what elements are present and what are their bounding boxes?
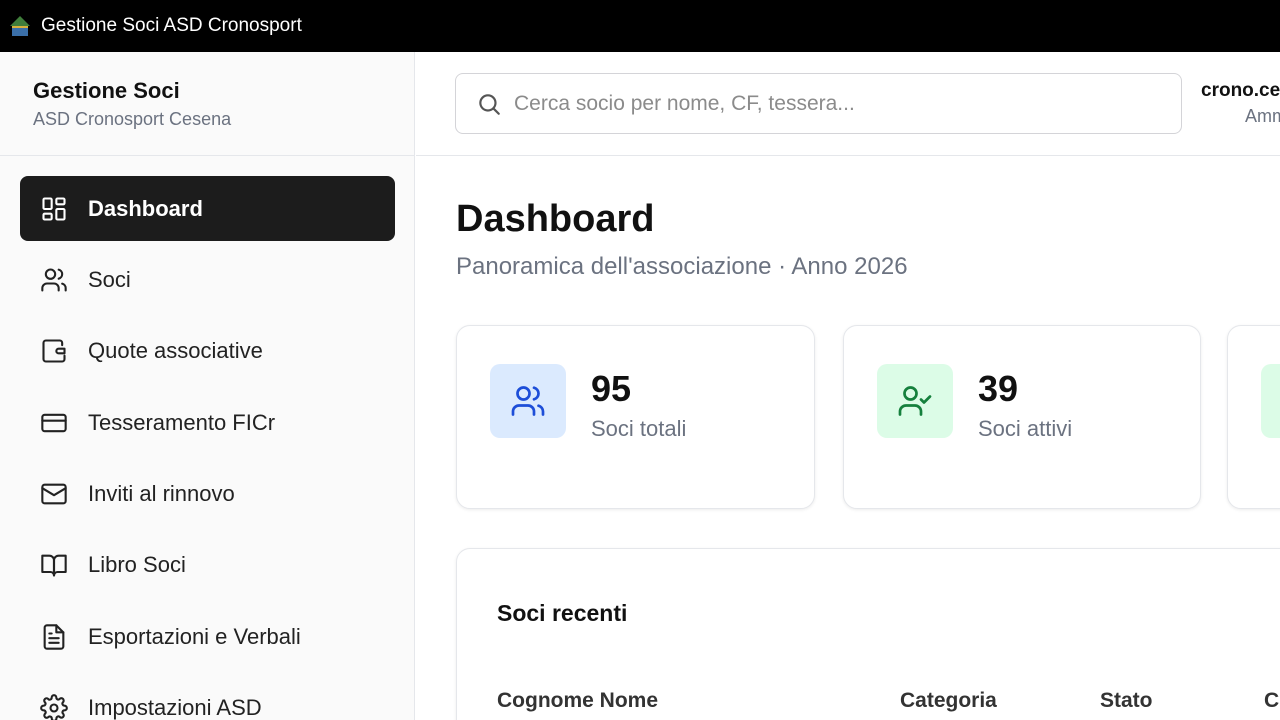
page-subtitle: Panoramica dell'associazione · Anno 2026 <box>456 253 908 280</box>
users-icon <box>511 386 545 416</box>
sidebar-item-label: Dashboard <box>88 195 203 221</box>
sidebar-item-label: Libro Soci <box>88 552 186 578</box>
sidebar-item-dashboard[interactable]: Dashboard <box>20 176 395 241</box>
app-logo-icon <box>8 14 32 38</box>
sidebar-item-label: Tesseramento FICr <box>88 409 276 435</box>
sidebar-item-label: Quote associative <box>88 338 263 364</box>
search-icon <box>479 93 500 115</box>
dashboard-grid-icon <box>40 195 68 223</box>
sidebar-item-label: Inviti al rinnovo <box>88 481 235 507</box>
user-check-icon <box>898 386 932 416</box>
recent-members-panel: Soci recenti Cognome Nome Categoria Stat… <box>456 548 1280 720</box>
window-title: Gestione Soci ASD Cronosport <box>41 15 302 36</box>
stat-icon-wrapper <box>877 364 953 438</box>
file-text-icon <box>40 623 68 651</box>
brand-block: Gestione Soci ASD Cronosport Cesena <box>0 52 414 156</box>
column-header-categoria[interactable]: Categoria <box>900 689 997 713</box>
sidebar: Gestione Soci ASD Cronosport Cesena Dash… <box>0 52 415 720</box>
user-name: crono.ces <box>1201 80 1280 101</box>
stat-label: Soci attivi <box>978 416 1073 441</box>
stat-label: Soci totali <box>591 416 687 441</box>
stat-card-partial <box>1227 325 1280 509</box>
credit-card-icon <box>40 409 68 437</box>
user-menu[interactable]: crono.ces Amm <box>1201 80 1280 127</box>
search-input[interactable] <box>514 91 1154 116</box>
top-header: crono.ces Amm <box>416 52 1280 156</box>
user-role: Amm <box>1245 106 1280 126</box>
page-title: Dashboard <box>456 198 655 240</box>
recent-members-title: Soci recenti <box>497 600 628 626</box>
mail-icon <box>40 480 68 508</box>
column-header-partial[interactable]: C <box>1264 689 1279 713</box>
book-open-icon <box>40 551 68 579</box>
stat-icon-wrapper <box>1261 364 1280 438</box>
gear-icon <box>40 694 68 720</box>
brand-subtitle: ASD Cronosport Cesena <box>33 109 232 129</box>
sidebar-nav: Dashboard Soci Quote associative Tessera… <box>20 176 395 720</box>
stat-value: 39 <box>978 368 1019 409</box>
sidebar-item-quote[interactable]: Quote associative <box>20 319 395 384</box>
brand-title: Gestione Soci <box>33 78 180 103</box>
column-header-cognome-nome[interactable]: Cognome Nome <box>497 689 658 713</box>
sidebar-item-label: Esportazioni e Verbali <box>88 623 301 649</box>
window-titlebar: Gestione Soci ASD Cronosport <box>0 0 1280 52</box>
sidebar-item-esportazioni[interactable]: Esportazioni e Verbali <box>20 604 395 669</box>
stat-card-soci-totali: 95 Soci totali <box>456 325 815 509</box>
users-icon <box>40 266 68 294</box>
sidebar-item-libro-soci[interactable]: Libro Soci <box>20 533 395 598</box>
sidebar-item-label: Impostazioni ASD <box>88 695 262 720</box>
sidebar-item-inviti[interactable]: Inviti al rinnovo <box>20 462 395 527</box>
sidebar-item-label: Soci <box>88 266 131 292</box>
stat-icon-wrapper <box>490 364 566 438</box>
wallet-icon <box>40 337 68 365</box>
sidebar-item-impostazioni[interactable]: Impostazioni ASD <box>20 676 395 720</box>
sidebar-item-tesseramento[interactable]: Tesseramento FICr <box>20 390 395 455</box>
search-box[interactable] <box>455 73 1182 134</box>
column-header-stato[interactable]: Stato <box>1100 689 1153 713</box>
stat-card-soci-attivi: 39 Soci attivi <box>843 325 1201 509</box>
stat-value: 95 <box>591 368 632 409</box>
sidebar-item-soci[interactable]: Soci <box>20 247 395 312</box>
